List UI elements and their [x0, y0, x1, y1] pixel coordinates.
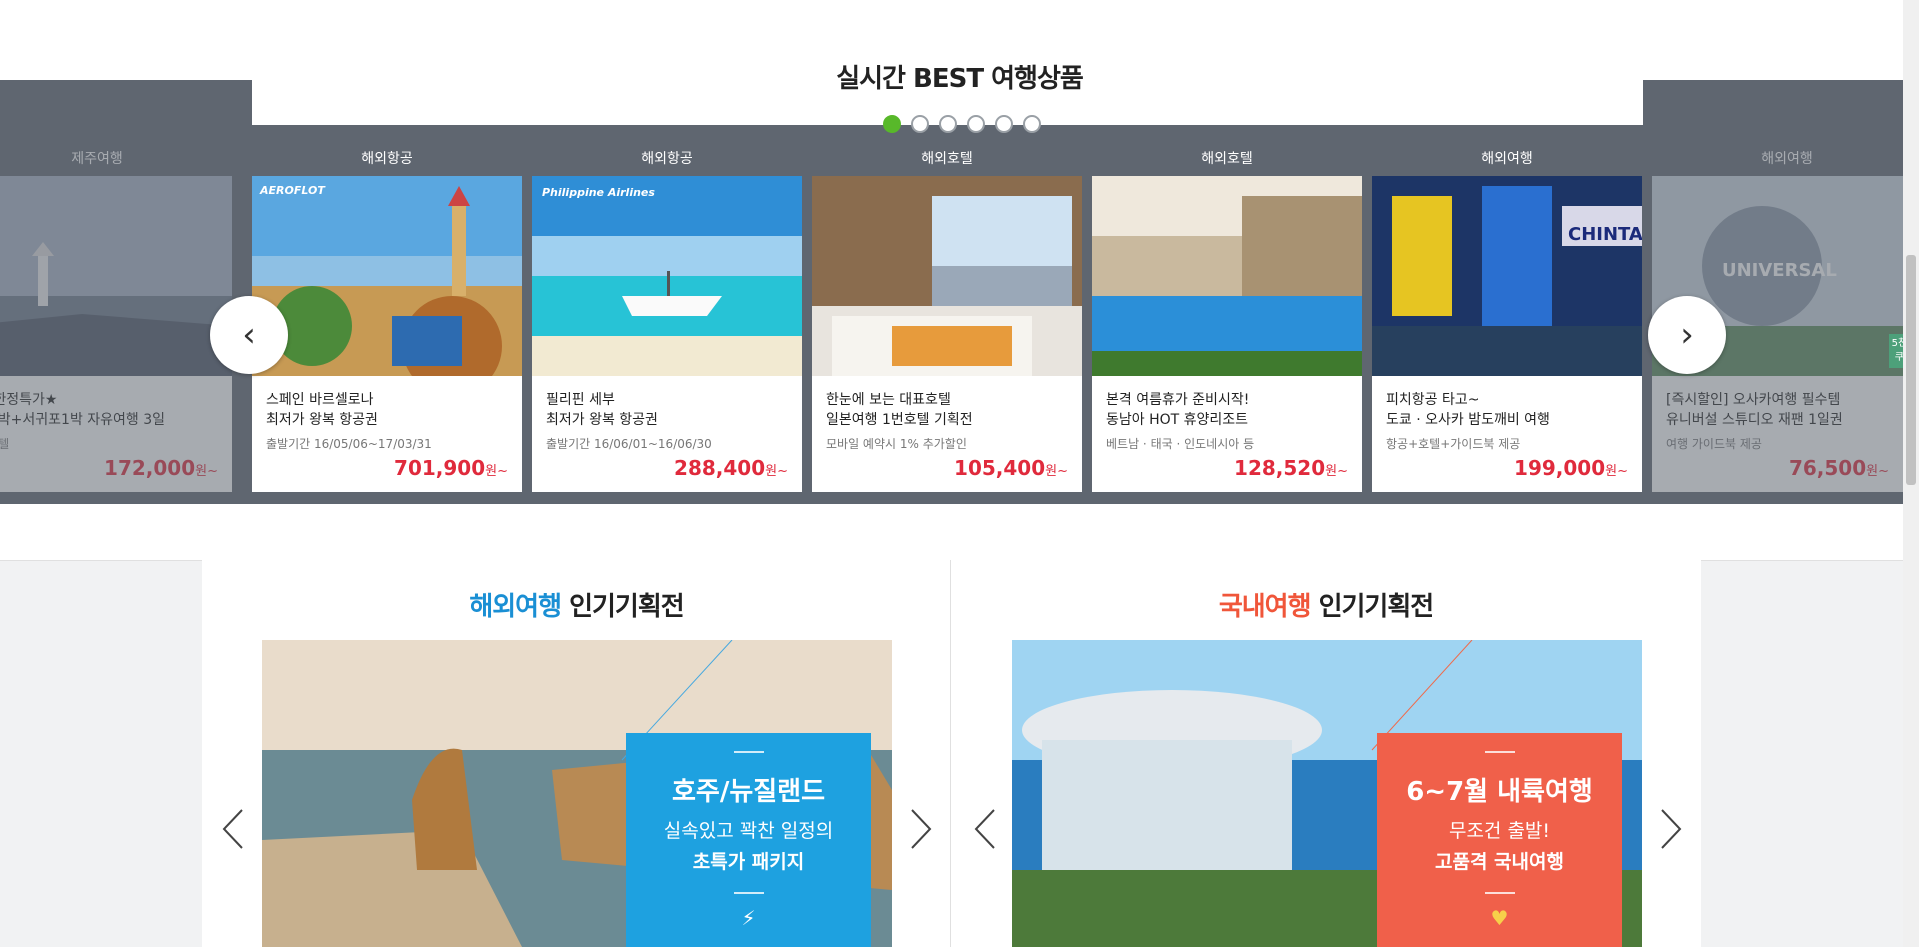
domestic-promo-line2: 고품격 국내여행 [1435, 851, 1564, 873]
page-scrollbar[interactable] [1903, 0, 1919, 947]
card-line2: 주1박+서귀포1박 자유여행 3일 [0, 412, 166, 428]
card-price: 199,000원~ [1514, 456, 1628, 480]
card-price: 701,900원~ [394, 456, 508, 480]
card-line2: 최저가 왕복 항공권 [266, 412, 378, 428]
overseas-promo-box[interactable]: 호주/뉴질랜드 실속있고 꽉찬 일정의 초특가 패키지 ⚡ [626, 733, 871, 947]
chevron-right-icon [1661, 809, 1682, 849]
card-sub: 항공+호텔+가이드북 제공 [1386, 437, 1521, 451]
carousel-dot-3[interactable] [939, 115, 957, 133]
chevron-left-icon [974, 809, 995, 849]
card-line1: [즉시할인] 오사카여행 필수템 [1666, 392, 1841, 408]
overseas-promo-line1: 실속있고 꽉찬 일정의 [663, 820, 834, 842]
card-price: 128,520원~ [1234, 456, 1348, 480]
card-line2: 일본여행 1번호텔 기획전 [826, 412, 973, 428]
card-price: 105,400원~ [954, 456, 1068, 480]
carousel-dot-6[interactable] [1023, 115, 1041, 133]
carousel-dots [883, 115, 1041, 133]
overseas-title: 해외여행 인기기획전 [469, 592, 684, 622]
carousel-dot-1[interactable] [883, 115, 901, 133]
domestic-title: 국내여행 인기기획전 [1218, 592, 1434, 622]
product-card-jeju[interactable]: 제주여행 절 한정특가★ 주1박+서귀포1박 자유여행 3일 어카텔 172,0… [0, 142, 232, 492]
card-sub: 어카텔 [0, 437, 10, 451]
product-card-cebu[interactable]: 해외항공 Philippine Airlines 필리핀 세부 최저가 왕복 항… [532, 142, 802, 492]
card-sub: 출발기간 16/06/01~16/06/30 [546, 437, 712, 451]
card-line2: 도쿄 · 오사카 밤도깨비 여행 [1386, 412, 1550, 428]
chevron-right-icon [911, 809, 932, 849]
carousel-dot-2[interactable] [911, 115, 929, 133]
aeroflot-logo: AEROFLOT [260, 184, 325, 197]
overseas-next-arrow[interactable] [910, 806, 934, 859]
best-prev-button[interactable]: ‹ [210, 296, 288, 374]
domestic-promo-box[interactable]: 6~7월 내륙여행 무조건 출발! 고품격 국내여행 ♥ [1377, 733, 1622, 947]
card-image-japan-hotel [812, 176, 1082, 376]
domestic-promo-heading: 6~7월 내륙여행 [1406, 777, 1593, 807]
card-sub: 여행 가이드북 제공 [1666, 437, 1762, 451]
card-line2: 동남아 HOT 휴양리조트 [1106, 412, 1249, 428]
card-line1: 피치항공 타고~ [1386, 392, 1480, 408]
best-next-button[interactable]: › [1648, 296, 1726, 374]
product-card-osaka-night[interactable]: 해외여행 CHINTAI 피치항공 타고~ 도쿄 · 오사카 밤도깨비 여행 항… [1372, 142, 1642, 492]
card-price: 288,400원~ [674, 456, 788, 480]
card-category: 해외여행 [1761, 151, 1813, 167]
overseas-promo-line2: 초특가 패키지 [692, 851, 805, 873]
card-image-barcelona: AEROFLOT [252, 176, 522, 376]
card-image-osaka: CHINTAI [1372, 176, 1642, 376]
carousel-dot-5[interactable] [995, 115, 1013, 133]
card-category: 해외호텔 [921, 151, 973, 167]
page: 실시간 BEST 여행상품 제주여행 절 한정특가★ 주1박+서귀포1박 자유여… [0, 0, 1919, 947]
heart-icon: ♥ [1490, 906, 1509, 930]
carousel-dot-4[interactable] [967, 115, 985, 133]
chintai-sign: CHINTAI [1568, 224, 1642, 245]
product-card-barcelona[interactable]: 해외항공 AEROFLOT 스페인 바르셀로나 최저가 왕복 항공권 출발기간 … [252, 142, 522, 492]
lightning-icon: ⚡ [741, 906, 756, 930]
card-sub: 베트남 · 태국 · 인도네시아 등 [1106, 437, 1255, 451]
product-card-japan-hotel[interactable]: 해외호텔 한눈에 보는 대표호텔 일본여행 1번호텔 기획전 모바일 예약시 1… [812, 142, 1082, 492]
overseas-promo-heading: 호주/뉴질랜드 [671, 777, 826, 807]
card-line1: 스페인 바르셀로나 [266, 392, 374, 408]
best-section-title: 실시간 BEST 여행상품 [836, 64, 1084, 94]
card-image-jeju [0, 176, 232, 376]
card-price: 172,000원~ [104, 456, 218, 480]
card-line1: 절 한정특가★ [0, 392, 58, 408]
card-image-cebu: Philippine Airlines [532, 176, 802, 376]
chevron-left-icon [222, 809, 243, 849]
card-category: 제주여행 [71, 151, 123, 167]
card-sub: 출발기간 16/05/06~17/03/31 [266, 437, 432, 451]
domestic-promo-line1: 무조건 출발! [1448, 820, 1551, 842]
domestic-next-arrow[interactable] [1660, 806, 1684, 859]
card-line2: 최저가 왕복 항공권 [546, 412, 658, 428]
card-category: 해외항공 [361, 151, 413, 167]
universal-logo: UNIVERSAL [1722, 260, 1837, 281]
philippine-airlines-logo: Philippine Airlines [542, 186, 655, 199]
card-image-resort [1092, 176, 1362, 376]
card-category: 해외여행 [1481, 151, 1533, 167]
card-line2: 유니버설 스튜디오 재팬 1일권 [1666, 412, 1843, 428]
scrollbar-thumb[interactable] [1906, 255, 1916, 485]
card-line1: 본격 여름휴가 준비시작! [1106, 392, 1250, 408]
card-line1: 한눈에 보는 대표호텔 [826, 392, 951, 408]
card-category: 해외호텔 [1201, 151, 1253, 167]
card-sub: 모바일 예약시 1% 추가할인 [826, 437, 967, 451]
domestic-prev-arrow[interactable] [972, 806, 996, 859]
card-category: 해외항공 [641, 151, 693, 167]
product-card-resort[interactable]: 해외호텔 본격 여름휴가 준비시작! 동남아 HOT 휴양리조트 베트남 · 태… [1092, 142, 1362, 492]
overseas-prev-arrow[interactable] [220, 806, 244, 859]
card-line1: 필리핀 세부 [546, 392, 615, 408]
chevron-right-icon: › [1680, 315, 1694, 355]
card-price: 76,500원~ [1788, 456, 1889, 480]
chevron-left-icon: ‹ [242, 315, 256, 355]
